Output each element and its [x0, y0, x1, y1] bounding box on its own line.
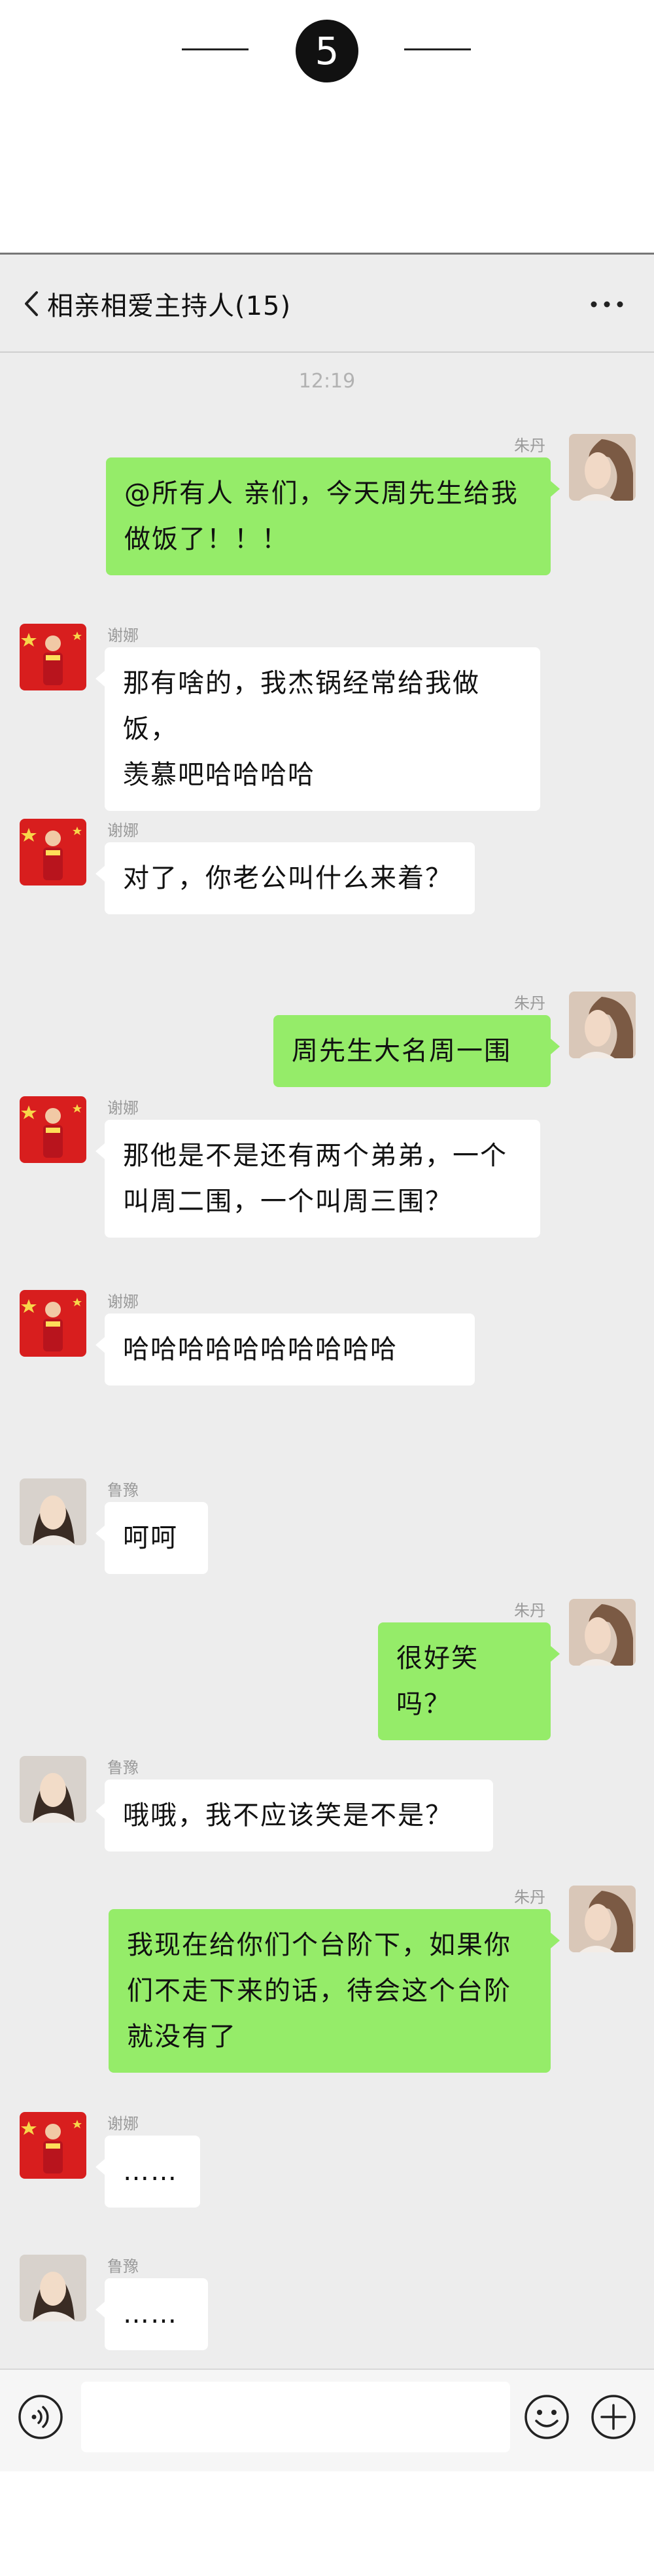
back-arrow-icon[interactable] [20, 289, 46, 319]
zhudan-avatar[interactable] [569, 1886, 636, 1952]
outgoing-message-bubble[interactable]: 很好笑吗？ [378, 1622, 560, 1740]
xiena-avatar[interactable] [20, 2112, 86, 2179]
message-text: …… [123, 2156, 178, 2187]
xiena-avatar[interactable] [20, 624, 86, 690]
incoming-message-bubble[interactable]: 哦哦，我不应该笑是不是？ [95, 1780, 493, 1851]
incoming-message-bubble[interactable]: …… [95, 2136, 200, 2208]
message-text: 那他是不是还有两个弟弟，一个 [123, 1141, 508, 1171]
sender-name: 朱丹 [514, 994, 545, 1012]
sender-name: 谢娜 [107, 2115, 139, 2133]
xiena-avatar[interactable] [20, 1096, 86, 1163]
divider-line [404, 48, 471, 50]
message-text: 呵呵 [123, 1523, 178, 1553]
plus-icon[interactable] [590, 2393, 637, 2441]
sender-name: 鲁豫 [107, 2257, 139, 2276]
xiena-avatar[interactable] [20, 819, 86, 885]
timestamp: 12:19 [298, 370, 356, 393]
message-input[interactable] [81, 2382, 510, 2452]
sender-name: 谢娜 [107, 626, 139, 645]
sender-name: 鲁豫 [107, 1759, 139, 1777]
message-text: @所有人 亲们，今天周先生给我 [124, 478, 519, 509]
message-text: 就没有了 [127, 2022, 237, 2052]
page-footer-space [0, 2471, 654, 2576]
message-text: 哈哈哈哈哈哈哈哈哈哈 [123, 1334, 398, 1365]
more-dots-icon[interactable] [587, 298, 627, 311]
incoming-message-bubble[interactable]: 哈哈哈哈哈哈哈哈哈哈 [95, 1314, 475, 1386]
outgoing-message-bubble[interactable]: 我现在给你们个台阶下，如果你 们不走下来的话，待会这个台阶 就没有了 [109, 1909, 560, 2073]
message-text: 羡慕吧哈哈哈哈 [123, 760, 315, 790]
luyu-avatar[interactable] [20, 1478, 86, 1545]
outgoing-message-bubble[interactable]: 周先生大名周一围 [273, 1015, 560, 1087]
chat-title[interactable]: 相亲相爱主持人(15) [47, 285, 291, 323]
luyu-avatar[interactable] [20, 1756, 86, 1823]
emoji-icon[interactable] [523, 2393, 570, 2441]
sender-name: 朱丹 [514, 437, 545, 455]
message-text: 哦哦，我不应该笑是不是？ [123, 1800, 453, 1831]
message-text: 很好笑吗？ [396, 1643, 479, 1719]
step-header: 5 [0, 0, 654, 253]
zhudan-avatar[interactable] [569, 992, 636, 1058]
sender-name: 谢娜 [107, 1293, 139, 1311]
sender-name: 朱丹 [514, 1888, 545, 1906]
incoming-message-bubble[interactable]: 对了，你老公叫什么来着？ [95, 842, 475, 914]
message-text: 周先生大名周一围 [292, 1036, 511, 1066]
incoming-message-bubble[interactable]: …… [95, 2278, 208, 2350]
voice-icon[interactable] [17, 2393, 64, 2441]
step-number-badge: 5 [296, 20, 358, 82]
xiena-avatar[interactable] [20, 1290, 86, 1357]
sender-name: 鲁豫 [107, 1481, 139, 1499]
incoming-message-bubble[interactable]: 那有啥的，我杰锅经常给我做饭， 羡慕吧哈哈哈哈 [95, 647, 540, 811]
sender-name: 谢娜 [107, 821, 139, 840]
message-text: 做饭了！！！ [124, 524, 289, 554]
message-list[interactable]: 12:19 朱丹 @所有人 亲们，今天周先生给我 做饭了！！！ 谢娜 那有啥的，我杰锅经… [0, 353, 654, 2369]
incoming-message-bubble[interactable]: 那他是不是还有两个弟弟，一个 叫周二围，一个叫周三围？ [95, 1120, 540, 1238]
chat-screen: 相亲相爱主持人(15) 12:19 朱丹 @所有人 亲们，今天周先生给我 做饭了！！… [0, 253, 654, 2471]
sender-name: 朱丹 [514, 1601, 545, 1620]
zhudan-avatar[interactable] [569, 434, 636, 501]
chat-header: 相亲相爱主持人(15) [0, 255, 654, 353]
sender-name: 谢娜 [107, 1099, 139, 1117]
divider-line [182, 48, 249, 50]
zhudan-avatar[interactable] [569, 1599, 636, 1666]
message-text: 那有啥的，我杰锅经常给我做饭， [123, 668, 480, 744]
luyu-avatar[interactable] [20, 2255, 86, 2321]
message-text: 对了，你老公叫什么来着？ [123, 863, 453, 893]
outgoing-message-bubble[interactable]: @所有人 亲们，今天周先生给我 做饭了！！！ [106, 457, 560, 575]
message-text: 我现在给你们个台阶下，如果你 [127, 1930, 511, 1960]
message-text: …… [123, 2299, 178, 2329]
incoming-message-bubble[interactable]: 呵呵 [95, 1502, 208, 1574]
message-text: 们不走下来的话，待会这个台阶 [127, 1976, 511, 2006]
input-bar [0, 2369, 654, 2471]
message-text: 叫周二围，一个叫周三围？ [123, 1187, 453, 1217]
